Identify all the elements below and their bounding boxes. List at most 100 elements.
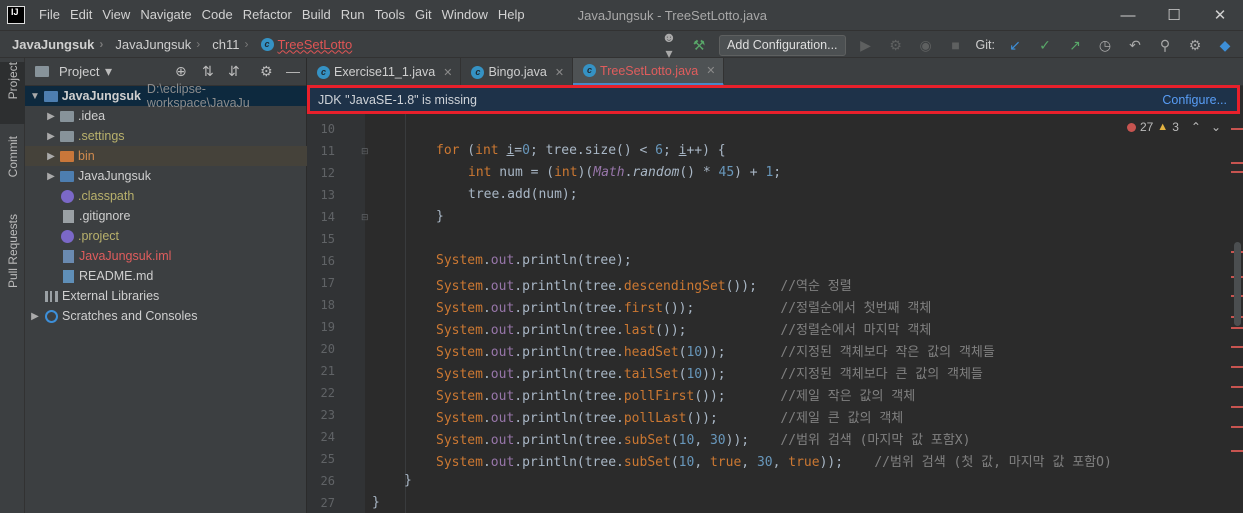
tree-item-gitignore[interactable]: .gitignore [25, 206, 307, 226]
menu-tools[interactable]: Tools [370, 0, 410, 30]
vertical-scrollbar[interactable] [1234, 242, 1241, 326]
chevron-right-icon[interactable]: ▶ [45, 171, 57, 182]
tab-exercise11-1[interactable]: c Exercise11_1.java ✕ [307, 58, 462, 86]
line-number: 25 [320, 452, 335, 466]
error-stripe-marker[interactable] [1231, 171, 1243, 173]
hide-panel-icon[interactable]: — [286, 63, 300, 79]
history-icon[interactable]: ◷ [1095, 37, 1115, 54]
locate-file-icon[interactable]: ⊕ [175, 63, 187, 80]
breadcrumb-module[interactable]: JavaJungsuk › [103, 37, 200, 52]
chevron-right-icon[interactable]: ▶ [29, 311, 41, 322]
code-comment: //지정된 객체보다 큰 값의 객체들 [780, 367, 983, 382]
close-tab-icon[interactable]: ✕ [706, 64, 715, 77]
tree-item-settings[interactable]: ▶ .settings [25, 126, 307, 146]
menu-build[interactable]: Build [297, 0, 336, 30]
tree-item-src-folder[interactable]: ▶ JavaJungsuk [25, 166, 307, 186]
error-stripe-marker[interactable] [1231, 128, 1243, 130]
settings-gear-icon[interactable]: ⚙ [1185, 37, 1205, 54]
tree-item-bin[interactable]: ▶ bin [25, 146, 307, 166]
tab-bingo[interactable]: c Bingo.java ✕ [461, 58, 574, 86]
chevron-down-icon[interactable]: ▼ [29, 91, 41, 102]
error-stripe-marker[interactable] [1231, 162, 1243, 164]
pull-requests-tool-tab[interactable]: Pull Requests [0, 214, 25, 314]
inspection-widget[interactable]: 27 ▲ 3 ⌃ ⌄ [1126, 120, 1221, 134]
folder-icon [60, 110, 74, 122]
tree-item-idea[interactable]: ▶ .idea [25, 106, 307, 126]
tree-item-readme[interactable]: README.md [25, 266, 307, 286]
expand-all-icon[interactable]: ⇅ [202, 63, 214, 80]
menu-edit[interactable]: Edit [65, 0, 97, 30]
breadcrumb-package[interactable]: ch11 › [200, 37, 248, 52]
menu-help[interactable]: Help [493, 0, 530, 30]
debug-icon[interactable]: ⚙ [886, 37, 906, 54]
menu-git[interactable]: Git [410, 0, 437, 30]
code-comment: //정렬순에서 마지막 객체 [780, 323, 932, 338]
close-tab-icon[interactable]: ✕ [555, 66, 564, 79]
fold-icon[interactable]: ⊟ [361, 212, 369, 223]
coverage-icon[interactable]: ◉ [916, 37, 936, 54]
chevron-down-icon[interactable]: ▾ [105, 63, 112, 80]
chevron-right-icon[interactable]: ▶ [45, 151, 57, 162]
error-stripe-marker[interactable] [1231, 346, 1243, 348]
tree-item-project[interactable]: .project [25, 226, 307, 246]
menu-run[interactable]: Run [336, 0, 370, 30]
add-configuration-button[interactable]: Add Configuration... [719, 34, 846, 56]
stop-icon[interactable]: ■ [946, 37, 966, 53]
tree-item-external-libraries[interactable]: External Libraries [25, 286, 307, 306]
fold-icon[interactable]: ⊟ [361, 146, 369, 157]
chevron-right-icon[interactable]: ▶ [45, 111, 57, 122]
error-stripe-marker[interactable] [1231, 406, 1243, 408]
user-icon[interactable]: ☻▾ [659, 29, 679, 62]
rollback-icon[interactable]: ↶ [1125, 37, 1145, 54]
menu-file[interactable]: File [34, 0, 65, 30]
menu-refactor[interactable]: Refactor [238, 0, 297, 30]
panel-settings-gear-icon[interactable]: ⚙ [260, 63, 273, 80]
line-number: 11 [320, 144, 335, 158]
chevron-right-icon[interactable]: ▶ [45, 131, 57, 142]
window-controls: — ☐ ✕ [1105, 0, 1243, 30]
tree-item-root[interactable]: ▼ JavaJungsuk D:\eclipse-workspace\JavaJ… [25, 82, 307, 110]
tab-label: TreeSetLotto.java [600, 63, 699, 78]
tab-treesetlotto[interactable]: c TreeSetLotto.java ✕ [573, 58, 725, 86]
breadcrumb-class[interactable]: c TreeSetLotto [249, 37, 352, 52]
project-tool-tab[interactable]: Project [0, 62, 25, 124]
commit-tool-tab[interactable]: Commit [0, 136, 25, 220]
configure-link[interactable]: Configure... [1162, 93, 1227, 107]
tool-tab-label: Pull Requests [5, 214, 20, 289]
line-number: 26 [320, 474, 335, 488]
git-commit-icon[interactable]: ✓ [1035, 37, 1055, 54]
project-panel-title[interactable]: Project [59, 64, 99, 79]
git-update-icon[interactable]: ↙ [1005, 37, 1025, 54]
tree-item-scratches[interactable]: ▶ Scratches and Consoles [25, 306, 307, 326]
menu-view[interactable]: View [97, 0, 135, 30]
error-stripe-marker[interactable] [1231, 450, 1243, 452]
error-stripe-marker[interactable] [1231, 366, 1243, 368]
menu-code[interactable]: Code [197, 0, 238, 30]
code-editor[interactable]: 10 11 12 13 14 15 16 17 18 19 20 21 22 2… [307, 114, 1243, 513]
collapse-all-icon[interactable]: ⇵ [228, 63, 240, 80]
error-stripe-marker[interactable] [1231, 426, 1243, 428]
tree-item-classpath[interactable]: .classpath [25, 186, 307, 206]
breadcrumb-project[interactable]: JavaJungsuk › [0, 37, 103, 52]
toolbox-icon[interactable]: ◆ [1215, 37, 1235, 54]
search-icon[interactable]: ⚲ [1155, 37, 1175, 54]
tree-item-iml[interactable]: JavaJungsuk.iml [25, 246, 307, 266]
close-tab-icon[interactable]: ✕ [443, 66, 452, 79]
chevron-up-icon[interactable]: ⌃ [1191, 120, 1201, 134]
menu-navigate[interactable]: Navigate [135, 0, 196, 30]
tree-item-label: bin [78, 149, 95, 163]
build-hammer-icon[interactable]: ⚒ [689, 37, 709, 54]
error-stripe-marker[interactable] [1231, 327, 1243, 329]
close-window-icon[interactable]: ✕ [1197, 0, 1243, 30]
menu-window[interactable]: Window [437, 0, 493, 30]
eclipse-file-icon [61, 189, 74, 203]
line-number: 13 [320, 188, 335, 202]
chevron-down-icon[interactable]: ⌄ [1211, 120, 1221, 134]
minimize-icon[interactable]: — [1105, 0, 1151, 30]
maximize-icon[interactable]: ☐ [1151, 0, 1197, 30]
git-push-icon[interactable]: ↗ [1065, 37, 1085, 54]
error-stripe-marker[interactable] [1231, 386, 1243, 388]
line-number: 17 [320, 276, 335, 290]
run-icon[interactable]: ▶ [856, 37, 876, 54]
line-number: 21 [320, 364, 335, 378]
